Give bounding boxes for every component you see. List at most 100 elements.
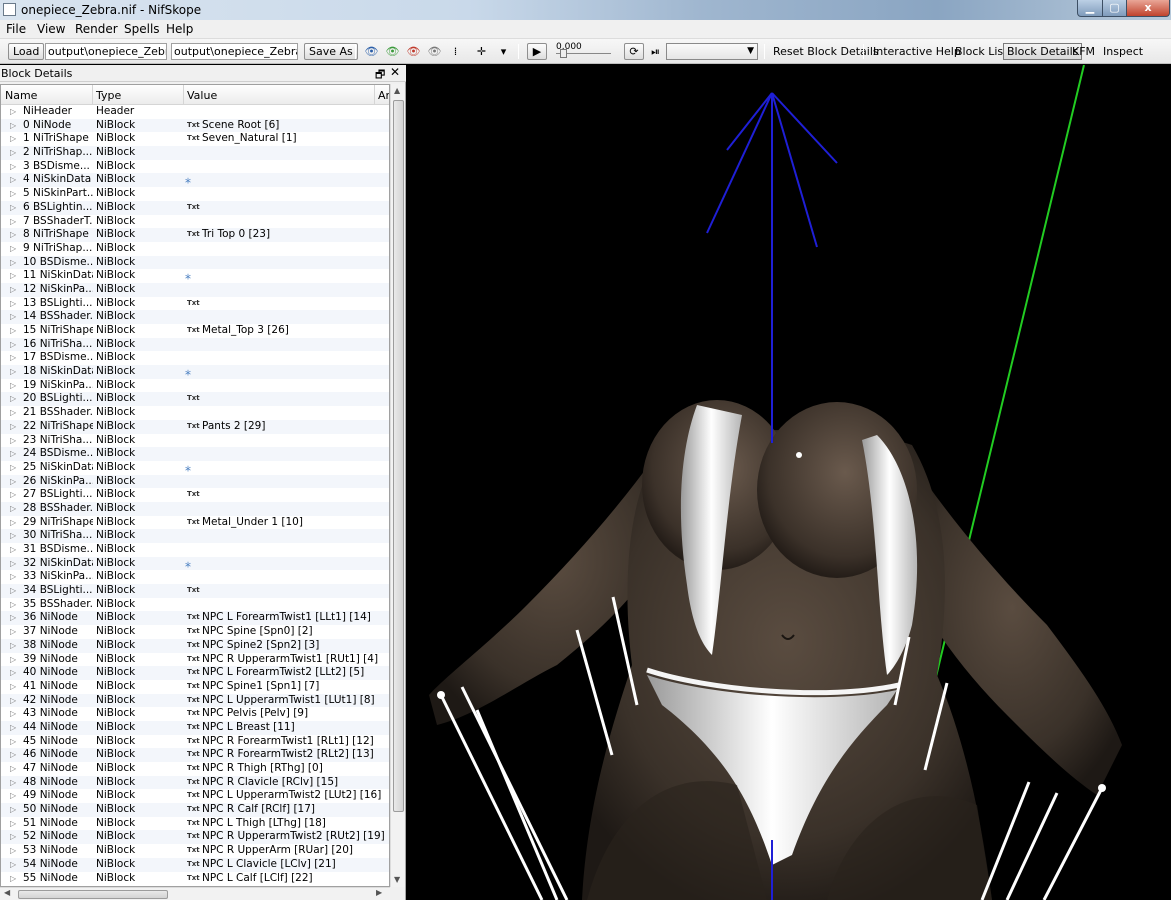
tree-row[interactable]: ▷ 6 BSLightin... NiBlock Txt [1,200,389,215]
expand-arrow-icon[interactable]: ▷ [10,817,16,831]
tree-row[interactable]: ▷ 23 NiTriSha... NiBlock [1,434,389,448]
inspect-link[interactable]: Inspect [1103,44,1143,59]
save-path-field[interactable]: output\onepiece_Zebra.nif [171,43,298,60]
expand-arrow-icon[interactable]: ▷ [10,242,16,256]
tree-row[interactable]: ▷ 21 BSShader... NiBlock [1,406,389,420]
tree-row[interactable]: ▷ 41 NiNode NiBlock Txt NPC Spine1 [Spn1] [7… [1,680,389,694]
expand-arrow-icon[interactable]: ▷ [10,406,16,420]
expand-arrow-icon[interactable]: ▷ [10,557,16,571]
expand-arrow-icon[interactable]: ▷ [10,529,16,543]
tree-row[interactable]: ▷ 48 NiNode NiBlock Txt NPC R Clavicle [RClv… [1,775,389,790]
tree-row[interactable]: ▷ 17 BSDisme... NiBlock [1,351,389,365]
tree-row[interactable]: ▷ 55 NiNode NiBlock Txt NPC L Calf [LClf] [2… [1,872,389,886]
expand-arrow-icon[interactable]: ▷ [10,160,16,174]
expand-arrow-icon[interactable]: ▷ [10,762,16,776]
expand-arrow-icon[interactable]: ▷ [10,584,16,598]
expand-arrow-icon[interactable]: ▷ [10,447,16,461]
loop-icon[interactable]: ⟳ [624,43,644,60]
column-divider[interactable] [183,85,184,105]
tree-row[interactable]: ▷ 2 NiTriShap... NiBlock [1,146,389,160]
tree-row[interactable]: ▷ 40 NiNode NiBlock Txt NPC L ForearmTwist2 … [1,666,389,680]
block-value[interactable]: NPC Spine [Spn0] [2] [202,625,313,639]
expand-arrow-icon[interactable]: ▷ [10,132,16,146]
expand-arrow-icon[interactable]: ▷ [10,844,16,858]
expand-arrow-icon[interactable]: ▷ [10,146,16,160]
load-button[interactable]: Load [8,43,45,60]
tree-row[interactable]: ▷ 26 NiSkinPa... NiBlock [1,474,389,489]
load-path-field[interactable]: output\onepiece_Zebra.nif [45,43,167,60]
tree-row[interactable]: ▷ 52 NiNode NiBlock Txt NPC R UpperarmTwist2… [1,830,389,845]
tree-row[interactable]: ▷ 39 NiNode NiBlock Txt NPC R UpperarmTwist1… [1,653,389,667]
block-value[interactable]: NPC R Clavicle [RClv] [15] [202,776,338,790]
menu-help[interactable]: Help [166,22,193,36]
tree-row[interactable]: ▷ 24 BSDisme... NiBlock [1,447,389,461]
play-button[interactable]: ▶ [527,43,547,60]
tree-row[interactable]: ▷ 30 NiTriSha... NiBlock [1,529,389,543]
expand-arrow-icon[interactable]: ▷ [10,611,16,625]
expand-arrow-icon[interactable]: ▷ [10,776,16,790]
expand-arrow-icon[interactable]: ▷ [10,297,16,311]
maximize-button[interactable]: ▢ [1102,0,1127,17]
expand-arrow-icon[interactable]: ▷ [10,269,16,283]
tree-row[interactable]: ▷ 42 NiNode NiBlock Txt NPC L UpperarmTwist1… [1,693,389,708]
tree-row[interactable]: ▷ 16 NiTriSha... NiBlock [1,337,389,352]
close-panel-icon[interactable]: ✕ [390,65,400,79]
block-value[interactable]: NPC R Thigh [RThg] [0] [202,762,323,776]
expand-arrow-icon[interactable]: ▷ [10,639,16,653]
block-value[interactable]: Tri Top 0 [23] [202,228,270,242]
expand-arrow-icon[interactable]: ▷ [10,256,16,270]
block-list-link[interactable]: Block List [955,44,1007,59]
eye-blue-icon[interactable]: 👁 [364,45,379,58]
block-value[interactable]: NPC L ForearmTwist1 [LLt1] [14] [202,611,371,625]
menu-file[interactable]: File [6,22,26,36]
expand-arrow-icon[interactable]: ▷ [10,488,16,502]
tree-row[interactable]: ▷ 49 NiNode NiBlock Txt NPC L UpperarmTwist2… [1,789,389,803]
tree-row[interactable]: ▷ 5 NiSkinPart... NiBlock [1,187,389,201]
tree-row[interactable]: ▷ 47 NiNode NiBlock Txt NPC R Thigh [RThg] [… [1,762,389,776]
scroll-left-icon[interactable]: ◀ [4,888,10,897]
expand-arrow-icon[interactable]: ▷ [10,475,16,489]
block-value[interactable]: NPC R ForearmTwist1 [RLt1] [12] [202,735,374,749]
tree-row[interactable]: ▷ 8 NiTriShape NiBlock Txt Tri Top 0 [23] [1,228,389,242]
eye-red-icon[interactable]: 👁 [406,45,421,58]
render-viewport[interactable] [407,65,1171,900]
expand-arrow-icon[interactable]: ▷ [10,803,16,817]
block-value[interactable]: NPC R ForearmTwist2 [RLt2] [13] [202,748,374,762]
column-value[interactable]: Value [187,89,217,102]
expand-arrow-icon[interactable]: ▷ [10,748,16,762]
tree-row[interactable]: ▷ 32 NiSkinData NiBlock ⁎ [1,556,389,571]
menu-render[interactable]: Render [75,22,118,36]
tree-row[interactable]: ▷ 54 NiNode NiBlock Txt NPC L Clavicle [LClv… [1,857,389,872]
animation-select[interactable]: ▼ [666,43,758,60]
move-icon[interactable]: ✛ [474,45,489,58]
block-value[interactable]: Metal_Under 1 [10] [202,516,303,530]
expand-arrow-icon[interactable]: ▷ [10,735,16,749]
float-panel-icon[interactable]: 🗗 [375,66,385,85]
tree-row[interactable]: ▷ 31 BSDisme... NiBlock [1,543,389,557]
tree-row[interactable]: ▷ 22 NiTriShape NiBlock Txt Pants 2 [29] [1,419,389,434]
kfm-link[interactable]: KFM [1072,44,1095,59]
tree-row[interactable]: ▷ 36 NiNode NiBlock Txt NPC L ForearmTwist1 … [1,611,389,626]
expand-arrow-icon[interactable]: ▷ [10,461,16,475]
block-value[interactable]: NPC R Calf [RClf] [17] [202,803,315,817]
expand-arrow-icon[interactable]: ▷ [10,105,16,119]
tree-row[interactable]: ▷ 53 NiNode NiBlock Txt NPC R UpperArm [RUar… [1,844,389,858]
scroll-right-icon[interactable]: ▶ [376,888,382,897]
tree-row[interactable]: ▷ 45 NiNode NiBlock Txt NPC R ForearmTwist1 … [1,735,389,749]
scroll-down-icon[interactable]: ▼ [394,875,400,884]
column-divider[interactable] [92,85,93,105]
block-value[interactable]: NPC L UpperarmTwist2 [LUt2] [16] [202,789,381,803]
column-divider[interactable] [374,85,375,105]
interactive-help-link[interactable]: Interactive Help [873,44,961,59]
block-value[interactable]: Metal_Top 3 [26] [202,324,289,338]
expand-arrow-icon[interactable]: ▷ [10,666,16,680]
expand-arrow-icon[interactable]: ▷ [10,119,16,133]
expand-arrow-icon[interactable]: ▷ [10,543,16,557]
tree-row[interactable]: ▷ 11 NiSkinData NiBlock ⁎ [1,269,389,283]
expand-arrow-icon[interactable]: ▷ [10,351,16,365]
tree-row[interactable]: ▷ 33 NiSkinPa... NiBlock [1,570,389,584]
expand-arrow-icon[interactable]: ▷ [10,858,16,872]
tree-row[interactable]: ▷ 1 NiTriShape NiBlock Txt Seven_Natural [1] [1,132,389,146]
block-value[interactable]: NPC L Calf [LClf] [22] [202,872,313,886]
block-value[interactable]: NPC L UpperarmTwist1 [LUt1] [8] [202,694,375,708]
